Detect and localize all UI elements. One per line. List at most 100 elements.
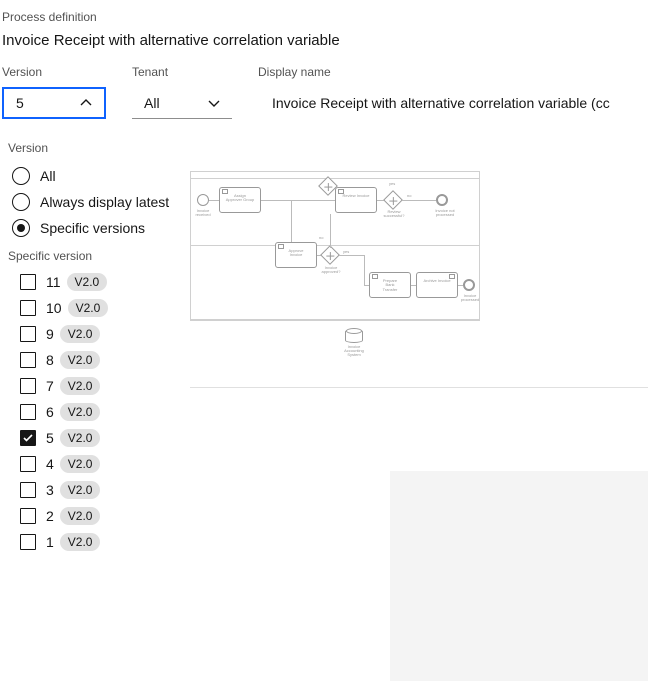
specific-version-label: Specific version <box>8 249 182 263</box>
process-definition-label: Process definition <box>0 0 648 26</box>
version-number: 9 <box>46 326 54 342</box>
version-checkbox-item[interactable]: 6 V2.0 <box>20 399 182 425</box>
secondary-panel <box>390 471 648 681</box>
datastore-label: Invoice Accounting System <box>336 345 372 358</box>
checkbox-icon <box>20 352 36 368</box>
task-review-invoice: Review Invoice <box>335 187 377 213</box>
version-dropdown-value: 5 <box>16 95 24 111</box>
checkbox-label: 8 V2.0 <box>46 351 100 369</box>
checkbox-label: 10V2.0 <box>46 299 108 317</box>
version-checkbox-list: 11V2.010V2.09V2.08V2.07V2.06V2.05V2.04V2… <box>8 269 182 555</box>
gateway-reviewed <box>383 190 403 210</box>
version-checkbox-item[interactable]: 7 V2.0 <box>20 373 182 399</box>
checkbox-label: 1 V2.0 <box>46 533 100 551</box>
version-checkbox-item[interactable]: 10V2.0 <box>20 295 182 321</box>
checkbox-label: 5 V2.0 <box>46 429 100 447</box>
version-badge: V2.0 <box>60 481 101 499</box>
version-number: 2 <box>46 508 54 524</box>
version-badge: V2.0 <box>60 533 101 551</box>
radio-label: Specific versions <box>40 220 145 236</box>
checkbox-label: 7 V2.0 <box>46 377 100 395</box>
end-event-processed-label: Invoice processed <box>456 294 484 302</box>
task-label: Review Invoice <box>343 193 370 198</box>
version-checkbox-item[interactable]: 5 V2.0 <box>20 425 182 451</box>
page-title: Invoice Receipt with alternative correla… <box>0 26 648 65</box>
end-event-not-processed-icon <box>436 194 448 206</box>
version-number: 5 <box>46 430 54 446</box>
radio-icon <box>12 219 30 237</box>
radio-all[interactable]: All <box>12 163 182 189</box>
task-prepare-bank-transfer: Prepare Bank Transfer <box>369 272 411 298</box>
gateway-yes: yes <box>343 250 349 254</box>
tenant-dropdown-value: All <box>144 95 160 111</box>
version-badge: V2.0 <box>60 403 101 421</box>
version-badge: V2.0 <box>60 455 101 473</box>
gateway-no: no <box>319 236 323 240</box>
version-number: 8 <box>46 352 54 368</box>
chevron-up-icon <box>80 99 92 107</box>
version-badge: V2.0 <box>60 325 101 343</box>
version-label: Version <box>2 65 106 79</box>
radio-label: All <box>40 168 56 184</box>
checkbox-icon <box>20 404 36 420</box>
version-badge: V2.0 <box>67 273 108 291</box>
task-archive-invoice: Archive Invoice <box>416 272 458 298</box>
task-label: Archive Invoice <box>423 278 450 283</box>
version-checkbox-item[interactable]: 4 V2.0 <box>20 451 182 477</box>
bpmn-diagram: Invoice received Assign Approver Group R… <box>190 171 480 321</box>
task-label: Assign Approver Group <box>226 193 254 202</box>
chevron-down-icon <box>208 99 220 107</box>
version-badge: V2.0 <box>60 429 101 447</box>
start-event-label: Invoice received <box>191 209 215 217</box>
end-event-processed-icon <box>463 279 475 291</box>
version-checkbox-item[interactable]: 9 V2.0 <box>20 321 182 347</box>
version-number: 4 <box>46 456 54 472</box>
version-badge: V2.0 <box>60 351 101 369</box>
version-checkbox-item[interactable]: 3 V2.0 <box>20 477 182 503</box>
task-assign-approver: Assign Approver Group <box>219 187 261 213</box>
version-dropdown-panel: Version All Always display latest Specif… <box>0 131 190 543</box>
start-event-icon <box>197 194 209 206</box>
version-badge: V2.0 <box>60 377 101 395</box>
display-name-control-group: Display name Invoice Receipt with altern… <box>258 65 646 119</box>
checkbox-icon <box>20 482 36 498</box>
version-badge: V2.0 <box>60 507 101 525</box>
checkbox-label: 3 V2.0 <box>46 481 100 499</box>
display-name-field[interactable]: Invoice Receipt with alternative correla… <box>258 87 646 119</box>
controls-row: Version 5 Tenant All Display name Invoic… <box>0 65 648 119</box>
version-checkbox-item[interactable]: 8 V2.0 <box>20 347 182 373</box>
version-checkbox-item[interactable]: 11V2.0 <box>20 269 182 295</box>
radio-icon <box>12 167 30 185</box>
gateway-yes: yes <box>389 182 395 186</box>
checkbox-icon <box>20 456 36 472</box>
version-number: 7 <box>46 378 54 394</box>
version-checkbox-item[interactable]: 2 V2.0 <box>20 503 182 529</box>
checkbox-icon <box>20 300 36 316</box>
gateway-no: no <box>407 194 411 198</box>
checkbox-label: 11V2.0 <box>46 273 107 291</box>
divider <box>190 387 648 388</box>
version-dropdown[interactable]: 5 <box>2 87 106 119</box>
version-number: 3 <box>46 482 54 498</box>
display-name-label: Display name <box>258 65 646 79</box>
tenant-label: Tenant <box>132 65 232 79</box>
tenant-dropdown[interactable]: All <box>132 87 232 119</box>
checkbox-label: 6 V2.0 <box>46 403 100 421</box>
panel-version-section-label: Version <box>8 141 182 155</box>
datastore-icon <box>345 329 363 343</box>
checkbox-label: 9 V2.0 <box>46 325 100 343</box>
checkbox-icon <box>20 430 36 446</box>
radio-always-latest[interactable]: Always display latest <box>12 189 182 215</box>
version-number: 10 <box>46 300 62 316</box>
version-checkbox-item[interactable]: 1 V2.0 <box>20 529 182 555</box>
checkbox-label: 2 V2.0 <box>46 507 100 525</box>
task-label: Prepare Bank Transfer <box>383 278 398 292</box>
checkbox-label: 4 V2.0 <box>46 455 100 473</box>
version-control-group: Version 5 <box>2 65 106 119</box>
version-number: 1 <box>46 534 54 550</box>
tenant-control-group: Tenant All <box>132 65 232 119</box>
radio-specific-versions[interactable]: Specific versions <box>12 215 182 241</box>
version-number: 6 <box>46 404 54 420</box>
end-event-not-processed-label: Invoice not processed <box>429 209 461 217</box>
checkbox-icon <box>20 274 36 290</box>
